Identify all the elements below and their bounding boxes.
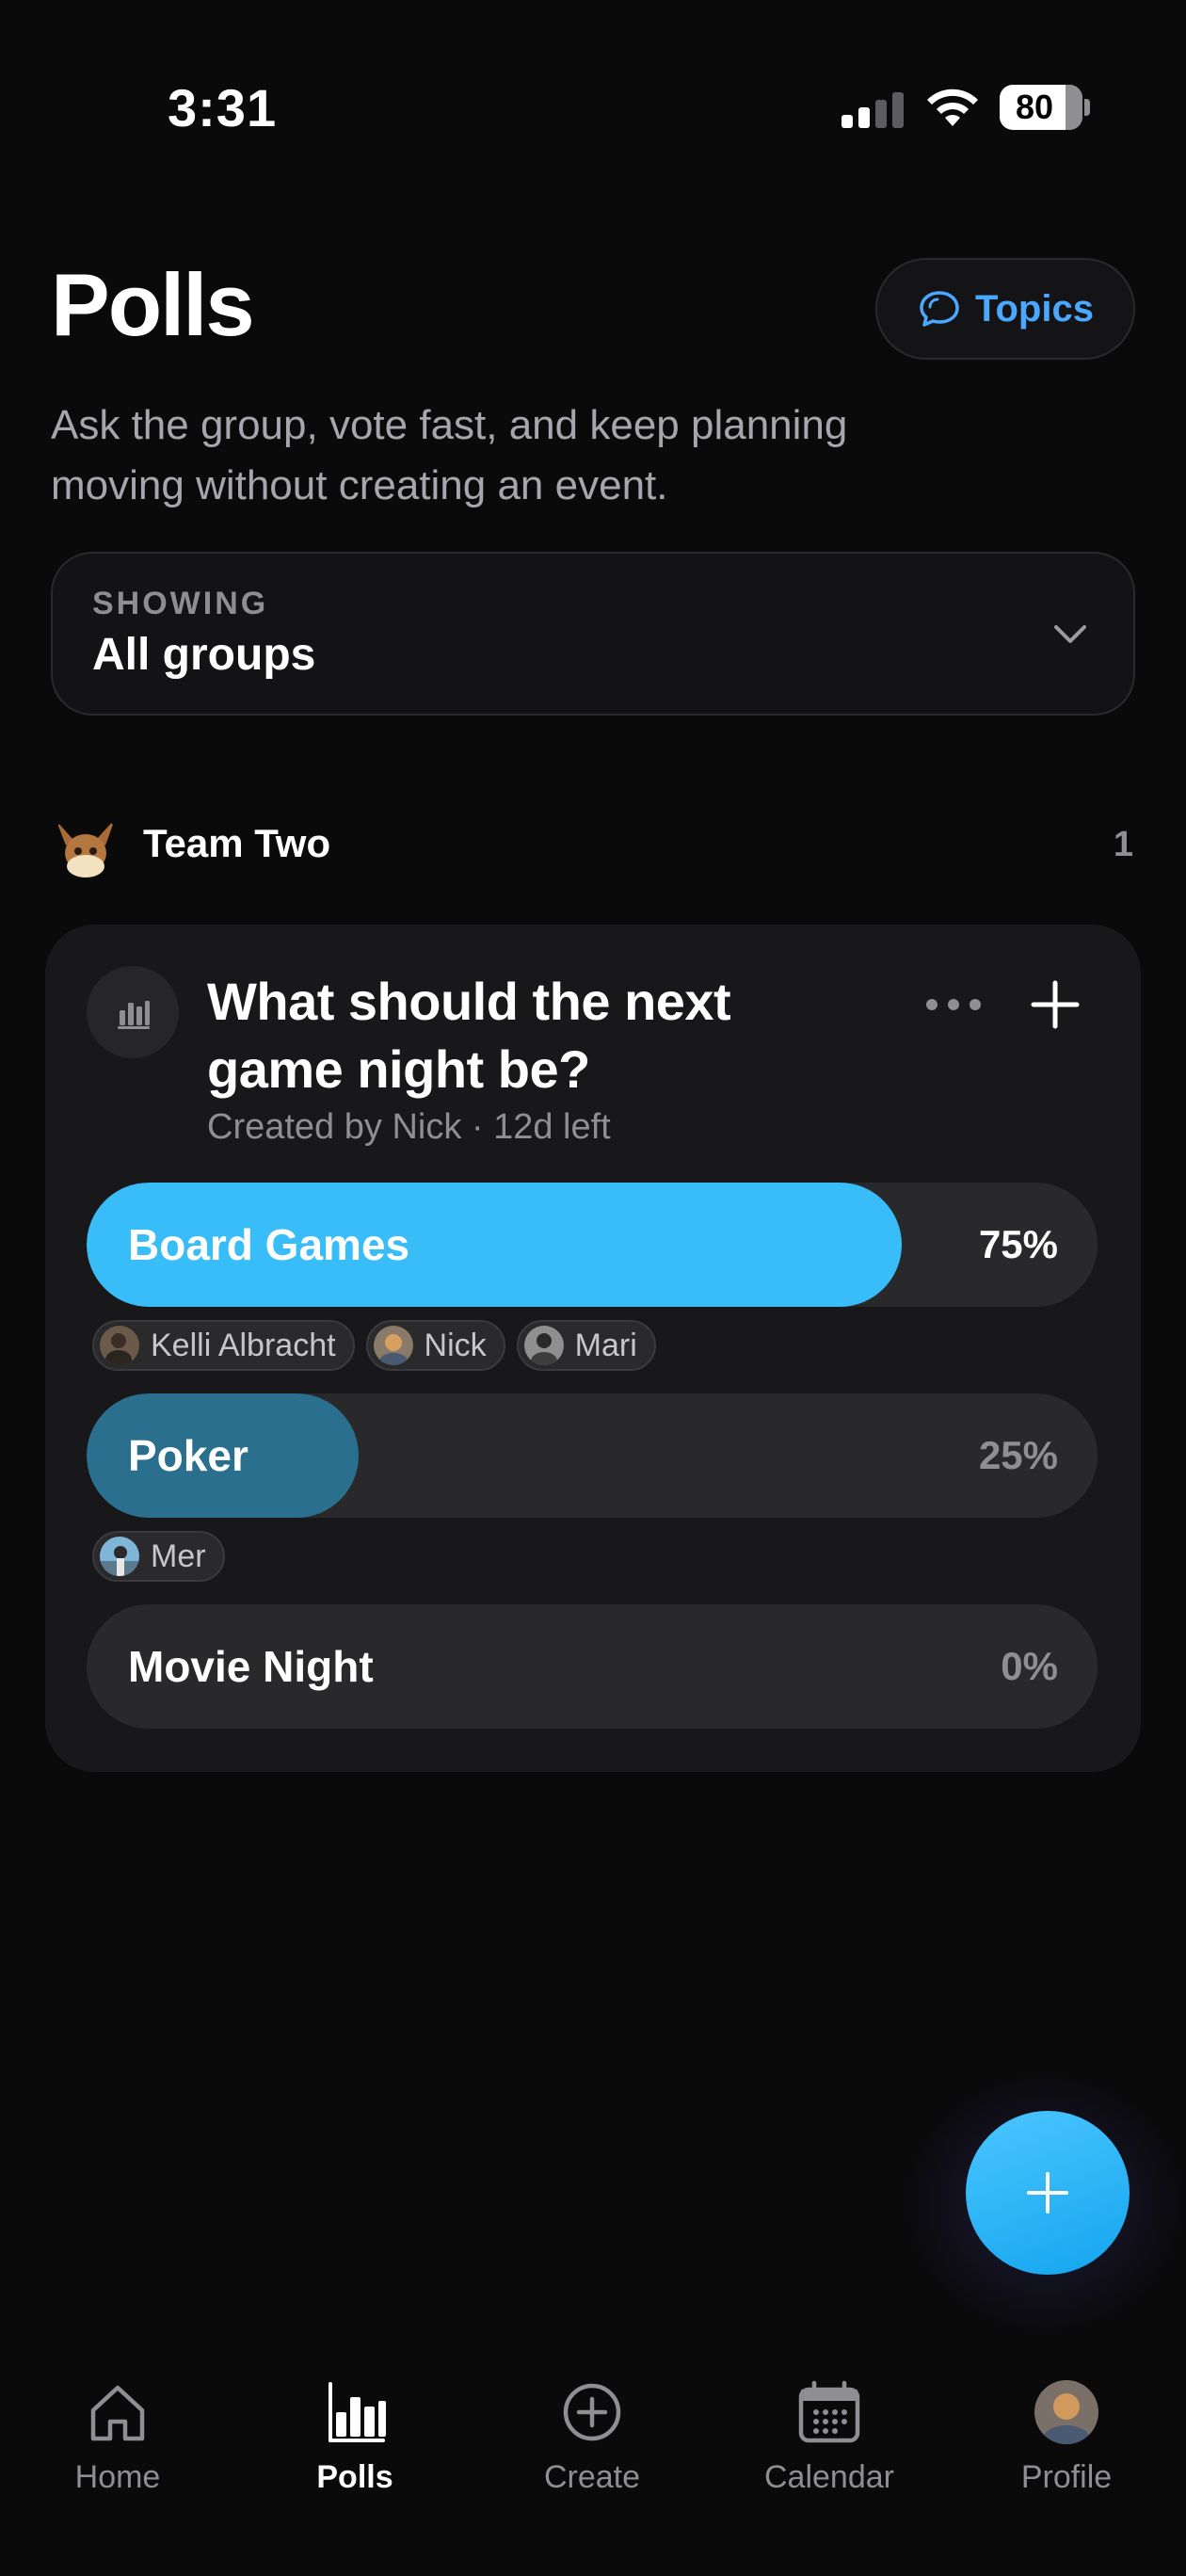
poll-option-board-games[interactable]: Board Games 75% <box>87 1183 1098 1307</box>
group-name[interactable]: Team Two <box>143 821 330 866</box>
topics-label: Topics <box>975 287 1094 330</box>
poll-meta: Created by Nick · 12d left <box>207 1107 611 1147</box>
polls-icon <box>329 2382 386 2442</box>
profile-avatar <box>1034 2380 1098 2444</box>
poll-option-movie-night[interactable]: Movie Night 0% <box>87 1604 1098 1729</box>
voter-chip[interactable]: Mer <box>92 1531 225 1582</box>
filter-value: All groups <box>92 630 316 680</box>
filter-label: SHOWING <box>92 586 269 621</box>
option-label: Movie Night <box>128 1642 374 1691</box>
create-poll-fab[interactable] <box>966 2111 1130 2275</box>
home-icon <box>90 2385 145 2441</box>
voter-chip[interactable]: Mari <box>516 1320 656 1371</box>
page-subtitle: Ask the group, vote fast, and keep plann… <box>51 402 848 508</box>
page-title: Polls <box>51 255 255 354</box>
tab-home[interactable]: Home <box>24 2378 212 2510</box>
status-bar: 3:31 80 <box>0 0 1186 217</box>
voter-chip[interactable]: Kelli Albracht <box>92 1320 355 1371</box>
option-percent: 0% <box>1001 1644 1058 1688</box>
cellular-signal-icon <box>841 89 904 128</box>
tab-calendar[interactable]: Calendar <box>735 2378 923 2510</box>
avatar <box>373 1326 413 1365</box>
tab-label: Polls <box>316 2459 393 2495</box>
tab-bar: Home Polls Create Calendar Profile <box>0 2341 1186 2576</box>
option-percent: 25% <box>978 1433 1058 1477</box>
poll-question: What should the next game night be? <box>207 972 731 1099</box>
plus-icon <box>1027 2172 1068 2214</box>
option-label: Poker <box>128 1431 248 1480</box>
bar-chart-icon <box>118 1001 150 1029</box>
battery-level: 80 <box>1015 88 1054 126</box>
tab-label: Calendar <box>764 2459 894 2495</box>
voter-list: Kelli Albracht Nick Mari <box>92 1320 656 1371</box>
wifi-icon <box>927 89 978 126</box>
avatar <box>100 1326 139 1365</box>
tab-profile[interactable]: Profile <box>972 2378 1161 2510</box>
voter-list: Mer <box>92 1531 225 1582</box>
topics-button[interactable]: Topics <box>875 258 1135 360</box>
tab-label: Profile <box>1020 2459 1113 2495</box>
avatar <box>100 1537 139 1576</box>
chat-bubble-icon <box>920 291 959 327</box>
voter-name: Mer <box>151 1538 206 1574</box>
voter-chip[interactable]: Nick <box>365 1320 505 1371</box>
battery-icon: 80 <box>1000 85 1090 130</box>
tab-create[interactable]: Create <box>498 2378 686 2510</box>
calendar-icon <box>798 2380 860 2443</box>
voter-name: Kelli Albracht <box>151 1327 336 1363</box>
voter-name: Nick <box>424 1327 487 1363</box>
create-icon <box>563 2383 621 2441</box>
voter-name: Mari <box>574 1327 637 1363</box>
chevron-down-icon <box>1054 625 1086 643</box>
avatar <box>523 1326 564 1365</box>
tab-polls[interactable]: Polls <box>261 2378 449 2510</box>
option-percent: 75% <box>978 1222 1058 1266</box>
option-label: Board Games <box>128 1220 410 1269</box>
group-filter-dropdown[interactable]: SHOWING All groups <box>51 552 1135 716</box>
poll-card: What should the next game night be? Crea… <box>45 925 1141 1772</box>
poll-type-badge <box>87 966 179 1058</box>
tab-label: Create <box>543 2459 641 2495</box>
status-time: 3:31 <box>168 78 278 137</box>
add-option-button[interactable] <box>1022 972 1088 1038</box>
group-avatar <box>51 812 120 881</box>
tab-label: Home <box>74 2459 161 2495</box>
poll-option-poker[interactable]: Poker 25% <box>87 1393 1098 1518</box>
group-poll-count: 1 <box>1113 825 1133 864</box>
more-options-button[interactable] <box>921 981 986 1028</box>
